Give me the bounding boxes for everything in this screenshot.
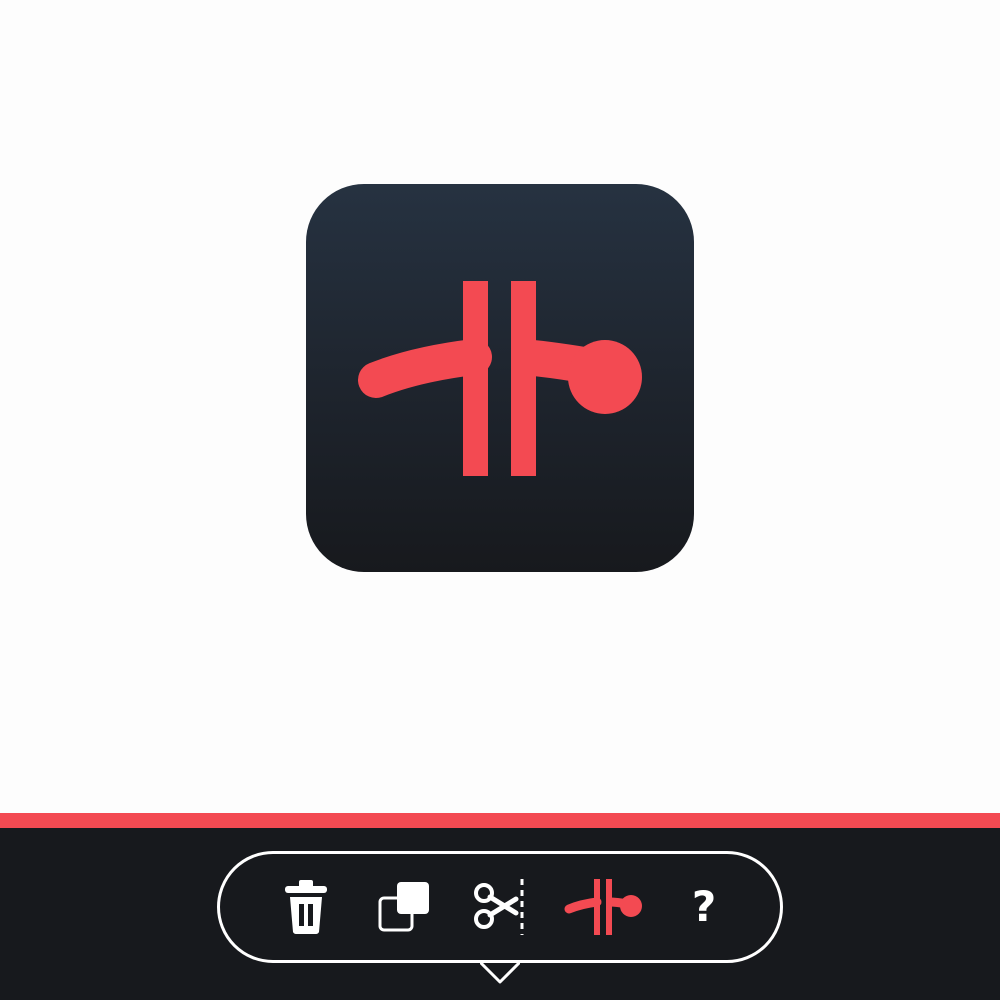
capacitor-icon	[358, 281, 642, 476]
toolbar-pointer	[480, 960, 520, 984]
trash-icon	[285, 880, 327, 934]
copy-icon	[378, 882, 429, 932]
help-button[interactable]: ?	[672, 875, 736, 939]
cut-button[interactable]	[468, 875, 532, 939]
question-mark-icon: ?	[691, 882, 717, 931]
scissors-cut-icon	[474, 879, 524, 935]
canvas: ?	[0, 0, 1000, 1000]
duplicate-button[interactable]	[373, 875, 437, 939]
app-icon[interactable]	[306, 184, 694, 572]
delete-button[interactable]	[274, 875, 338, 939]
capacitor-button[interactable]	[563, 875, 647, 939]
accent-divider	[0, 813, 1000, 828]
capacitor-icon	[564, 879, 642, 935]
